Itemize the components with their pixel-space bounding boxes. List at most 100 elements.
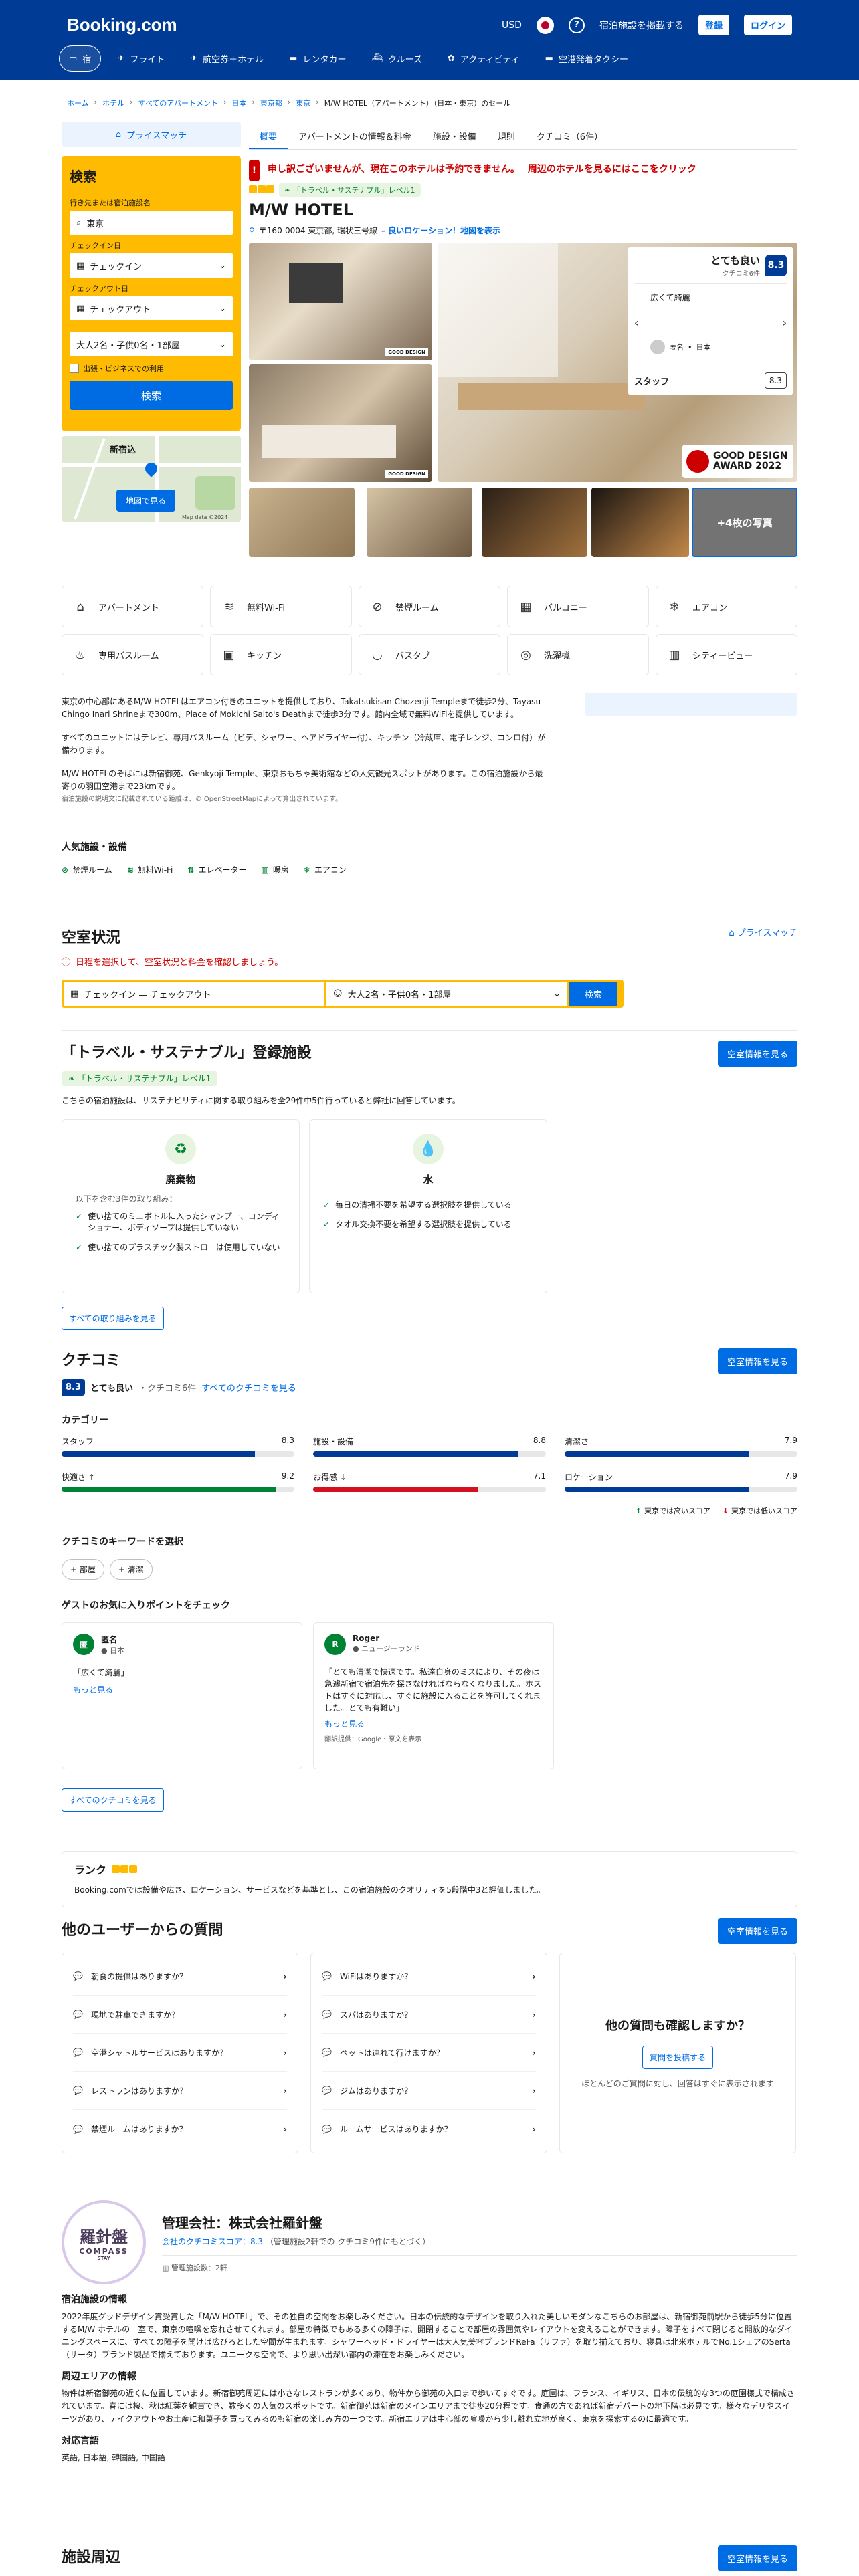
chevron-down-icon: ⌄ bbox=[219, 339, 226, 350]
question-item[interactable]: 💬 空港シャトルサービスはありますか？ › bbox=[73, 2034, 287, 2072]
show-map-link[interactable]: – 良いロケーション！地図を表示 bbox=[381, 225, 500, 236]
nearby-title: 施設周辺 bbox=[62, 2549, 121, 2566]
guest-review-text: 「とても清潔で快適です。私達自身のミスにより、その夜は急遽新宿で宿泊先を探さなけ… bbox=[324, 1667, 542, 1713]
mini-map[interactable]: 新宿込 地図で見る Map data ©2024 bbox=[62, 436, 241, 522]
sidebar: ⌂ プライスマッチ 検索 行き先または宿泊施設名 ⌕ 東京 チェックイン日 ▦ チェッ… bbox=[62, 122, 241, 522]
award-line1: GOOD DESIGN bbox=[713, 451, 788, 462]
ask-question-button[interactable]: 質問を投稿する bbox=[642, 2046, 713, 2069]
nav-car-rental[interactable]: ▬ レンタカー bbox=[280, 45, 355, 72]
question-item[interactable]: 💬 禁煙ルームはありますか？ › bbox=[73, 2110, 287, 2148]
sustainability-intro: こちらの宿泊施設は、サステナビリティに関する取り組みを全29件中5件行っていると… bbox=[62, 1096, 460, 1105]
business-checkbox[interactable]: 出張・ビジネスでの利用 bbox=[70, 363, 233, 374]
checkout-label: チェックアウト日 bbox=[70, 284, 128, 293]
list-property-link[interactable]: 宿泊施設を掲載する bbox=[599, 19, 684, 32]
breadcrumb-item[interactable]: 東京都 bbox=[260, 98, 282, 108]
translation-note[interactable]: 翻訳提供：Google・原文を表示 bbox=[324, 1733, 543, 1743]
breadcrumb-item[interactable]: 東京 bbox=[296, 98, 310, 108]
review-summary-card[interactable]: とても良い クチコミ6件 8.3 広くて綺麗 ‹ › 匿名 • 日本 スタッフ 8.… bbox=[628, 247, 793, 395]
language-flag-icon[interactable] bbox=[536, 16, 554, 34]
question-item[interactable]: 💬 朝食の提供はありますか？ › bbox=[73, 1957, 287, 1996]
register-button[interactable]: 登録 bbox=[698, 15, 729, 35]
date-picker[interactable]: ▦ チェックイン — チェックアウト bbox=[64, 982, 324, 1006]
photo-thumb[interactable] bbox=[249, 488, 355, 557]
washer-icon: ◎ bbox=[520, 647, 531, 662]
legend-label: 東京では高いスコア bbox=[644, 1507, 710, 1515]
search-button[interactable]: 検索 bbox=[70, 381, 233, 410]
see-availability-button[interactable]: 空室情報を見る bbox=[717, 1041, 797, 1067]
facility-label: エアコン bbox=[692, 603, 728, 613]
all-reviews-link[interactable]: すべてのクチコミを見る bbox=[201, 1381, 296, 1394]
question-list: 💬 朝食の提供はありますか？ › 💬 現地で駐車できますか？ › 💬 空港シャトルサービス… bbox=[62, 1953, 298, 2153]
guests-select[interactable]: 大人2名・子供0名・1部屋 ⌄ bbox=[70, 332, 233, 356]
photo-thumb[interactable] bbox=[591, 488, 689, 557]
question-item[interactable]: 💬 スパはありますか？ › bbox=[322, 1996, 536, 2034]
property-tabs: 概要 アパートメントの情報＆料金 施設・設備 規則 クチコミ（6件） bbox=[249, 122, 797, 150]
tab-info-prices[interactable]: アパートメントの情報＆料金 bbox=[288, 122, 422, 149]
all-reviews-button[interactable]: すべてのクチコミを見る bbox=[62, 1788, 164, 1812]
checkin-input[interactable]: ▦ チェックイン ⌄ bbox=[70, 253, 233, 278]
tab-reviews[interactable]: クチコミ（6件） bbox=[526, 122, 613, 149]
currency-selector[interactable]: USD bbox=[502, 20, 522, 31]
nav-attractions[interactable]: ✿ アクティビティ bbox=[438, 45, 529, 72]
price-match-link[interactable]: ⌂ プライスマッチ bbox=[729, 926, 797, 938]
read-more-link[interactable]: もっと見る bbox=[73, 1685, 113, 1695]
leaf-icon: ❧ bbox=[68, 1074, 78, 1083]
breadcrumb-item[interactable]: ホーム bbox=[67, 98, 89, 108]
more-photos-button[interactable]: +4枚の写真 bbox=[692, 488, 797, 557]
photo-thumb[interactable] bbox=[367, 488, 472, 557]
question-item[interactable]: 💬 ジムはありますか？ › bbox=[322, 2072, 536, 2110]
tab-facilities[interactable]: 施設・設備 bbox=[422, 122, 487, 149]
tab-rules[interactable]: 規則 bbox=[487, 122, 526, 149]
see-availability-button[interactable]: 空室情報を見る bbox=[717, 1918, 797, 1944]
guests-picker[interactable]: ☺ 大人2名・子供0名・1部屋 ⌄ bbox=[326, 982, 567, 1006]
see-availability-button[interactable]: 空室情報を見る bbox=[717, 1348, 797, 1374]
high-score-legend: ↑ 東京では高いスコア bbox=[636, 1505, 710, 1516]
chevron-left-icon[interactable]: ‹ bbox=[634, 316, 638, 329]
heating-icon: ▥ bbox=[261, 865, 269, 875]
nearby-hotels-link[interactable]: 周辺のホテルを見るにはここをクリック bbox=[528, 162, 696, 175]
read-more-link[interactable]: もっと見る bbox=[324, 1719, 365, 1729]
destination-input[interactable]: ⌕ 東京 bbox=[70, 211, 233, 235]
wifi-icon: ≋ bbox=[223, 599, 234, 614]
question-item[interactable]: 💬 レストランはありますか？ › bbox=[73, 2072, 287, 2110]
legend-label: 東京では低いスコア bbox=[731, 1507, 797, 1515]
question-item[interactable]: 💬 現地で駐車できますか？ › bbox=[73, 1996, 287, 2034]
chat-icon: 💬 bbox=[322, 2048, 332, 2057]
tab-overview[interactable]: 概要 bbox=[249, 122, 288, 149]
chevron-right-icon[interactable]: › bbox=[783, 316, 787, 329]
nav-flights[interactable]: ✈ フライト bbox=[108, 45, 174, 72]
nav-label: 航空券＋ホテル bbox=[203, 55, 264, 65]
photo-thumb[interactable] bbox=[482, 488, 587, 557]
description-paragraph: すべてのユニットにはテレビ、専用バスルーム（ビデ、シャワー、ヘアドライヤー付）、… bbox=[62, 733, 546, 755]
property-address: ⚲ 〒160-0004 東京都, 環状三号線 – 良いロケーション！地図を表示 bbox=[249, 225, 797, 236]
question-item[interactable]: 💬 ルームサービスはありますか？ › bbox=[322, 2110, 536, 2148]
photo-bedroom[interactable]: GOOD DESIGN bbox=[249, 364, 432, 482]
price-match-banner[interactable]: ⌂ プライスマッチ bbox=[62, 122, 241, 147]
breadcrumb-item[interactable]: 日本 bbox=[231, 98, 246, 108]
host-score-note: （管理施設2軒での クチコミ9件にもとづく） bbox=[265, 2236, 431, 2246]
question-item[interactable]: 💬 WiFiはありますか？ › bbox=[322, 1957, 536, 1996]
question-item[interactable]: 💬 ペットは連れて行けますか？ › bbox=[322, 2034, 536, 2072]
nav-airport-taxi[interactable]: ▬ 空港発着タクシー bbox=[536, 45, 638, 72]
sustainable-badge[interactable]: ❧ 「トラベル・サステナブル」レベル1 bbox=[279, 183, 421, 197]
breadcrumb-item[interactable]: ホテル bbox=[102, 98, 124, 108]
keyword-chip[interactable]: + 清潔 bbox=[109, 1559, 153, 1580]
availability-search-button[interactable]: 検索 bbox=[569, 982, 617, 1006]
facility-grid: ⌂ アパートメント ≋ 無料Wi-Fi ⊘ 禁煙ルーム ▦ バルコニー ❄ エアコン ♨ 専… bbox=[62, 586, 797, 675]
nav-flight-hotel[interactable]: ✈ 航空券＋ホテル bbox=[181, 45, 273, 72]
see-availability-button[interactable]: 空室情報を見る bbox=[717, 2545, 797, 2571]
show-map-button[interactable]: 地図で見る bbox=[116, 490, 176, 512]
chevron-down-icon: ⌄ bbox=[219, 260, 226, 271]
nav-cruises[interactable]: ⛴ クルーズ bbox=[362, 45, 431, 72]
photo-living-room[interactable]: GOOD DESIGN bbox=[249, 243, 432, 360]
nearby-section: 施設周辺 空室情報を見る bbox=[62, 2545, 797, 2571]
chat-icon: 💬 bbox=[73, 2048, 83, 2057]
help-icon[interactable]: ? bbox=[568, 17, 585, 33]
nav-stays[interactable]: ▭ 宿 bbox=[59, 45, 102, 72]
checkout-input[interactable]: ▦ チェックアウト ⌄ bbox=[70, 296, 233, 320]
all-practices-button[interactable]: すべての取り組みを見る bbox=[62, 1307, 164, 1330]
keyword-chip[interactable]: + 部屋 bbox=[62, 1559, 104, 1580]
booking-logo[interactable]: Booking.com bbox=[67, 15, 177, 35]
breadcrumb-item[interactable]: すべてのアパートメント bbox=[138, 98, 218, 108]
login-button[interactable]: ログイン bbox=[743, 15, 792, 35]
